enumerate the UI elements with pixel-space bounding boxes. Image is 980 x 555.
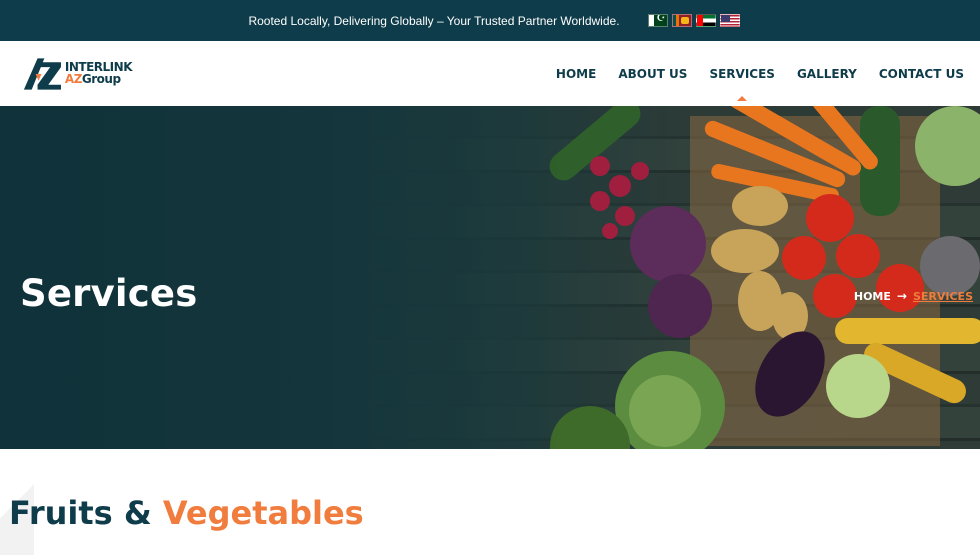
page-hero-banner: Services HOME → SERVICES	[0, 106, 980, 449]
arrow-right-icon: →	[896, 289, 907, 303]
logo-az: AZ	[64, 72, 83, 86]
tagline: Rooted Locally, Delivering Globally – Yo…	[248, 13, 620, 28]
language-flags	[647, 14, 740, 27]
nav-gallery[interactable]: GALLERY	[797, 67, 857, 81]
sri-lanka-flag-icon[interactable]	[671, 14, 692, 27]
main-nav: HOME ABOUT US SERVICES GALLERY CONTACT U…	[556, 41, 964, 106]
section-title-amp: &	[123, 494, 152, 532]
logo-line-2: AZGroup	[65, 73, 132, 85]
logo-group: Group	[81, 72, 121, 86]
top-announcement-bar: Rooted Locally, Delivering Globally – Yo…	[0, 0, 980, 41]
site-logo[interactable]: INTERLINK AZGroup	[20, 53, 133, 93]
nav-home[interactable]: HOME	[556, 67, 596, 81]
page-title: Services	[20, 272, 198, 315]
usa-flag-icon[interactable]	[719, 14, 740, 27]
section-title-part2: Vegetables	[162, 494, 364, 532]
logo-wordmark: INTERLINK AZGroup	[65, 61, 133, 85]
breadcrumb: HOME → SERVICES	[854, 289, 973, 303]
section-title: Fruits & Vegetables	[9, 494, 364, 532]
uae-flag-icon[interactable]	[695, 14, 716, 27]
breadcrumb-home[interactable]: HOME	[854, 290, 891, 303]
section-title-part1: Fruits	[9, 494, 113, 532]
nav-contact-us[interactable]: CONTACT US	[879, 67, 964, 81]
az-logo-icon	[23, 58, 61, 90]
nav-about-us[interactable]: ABOUT US	[618, 67, 687, 81]
pakistan-flag-icon[interactable]	[647, 14, 668, 27]
nav-services[interactable]: SERVICES	[709, 67, 775, 101]
site-header: INTERLINK AZGroup HOME ABOUT US SERVICES…	[0, 41, 980, 106]
breadcrumb-current[interactable]: SERVICES	[913, 290, 973, 303]
